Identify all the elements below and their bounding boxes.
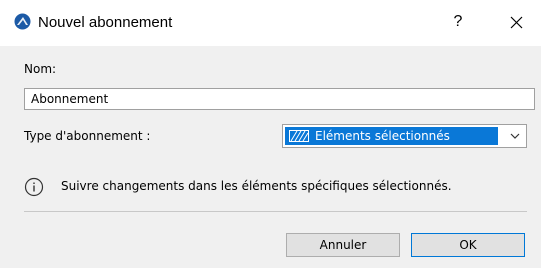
subscription-type-label: Type d'abonnement : [24,129,151,143]
close-icon [510,16,522,28]
window-title: Nouvel abonnement [38,14,173,31]
info-icon [24,177,44,197]
chevron-down-icon [510,133,520,139]
close-button[interactable] [503,9,529,35]
ok-button-label: OK [459,238,477,252]
subscription-type-selected: Eléments sélectionnés [285,127,498,145]
subscription-type-dropdown[interactable]: Eléments sélectionnés [282,124,527,148]
title-bar: Nouvel abonnement ? [0,0,541,46]
archicad-icon [14,13,31,30]
divider [24,211,527,212]
help-button[interactable]: ? [446,10,470,34]
subscription-type-value: Eléments sélectionnés [315,129,450,143]
name-input[interactable] [24,88,535,110]
ok-button[interactable]: OK [411,233,525,257]
name-label: Nom: [24,62,57,76]
cancel-button[interactable]: Annuler [286,233,400,257]
info-text: Suivre changements dans les éléments spé… [61,179,452,193]
help-icon: ? [453,13,463,30]
cancel-button-label: Annuler [319,238,367,252]
dialog-body: Nom: Type d'abonnement : Eléments sélect… [0,46,541,268]
hatch-pattern-icon [289,130,309,142]
